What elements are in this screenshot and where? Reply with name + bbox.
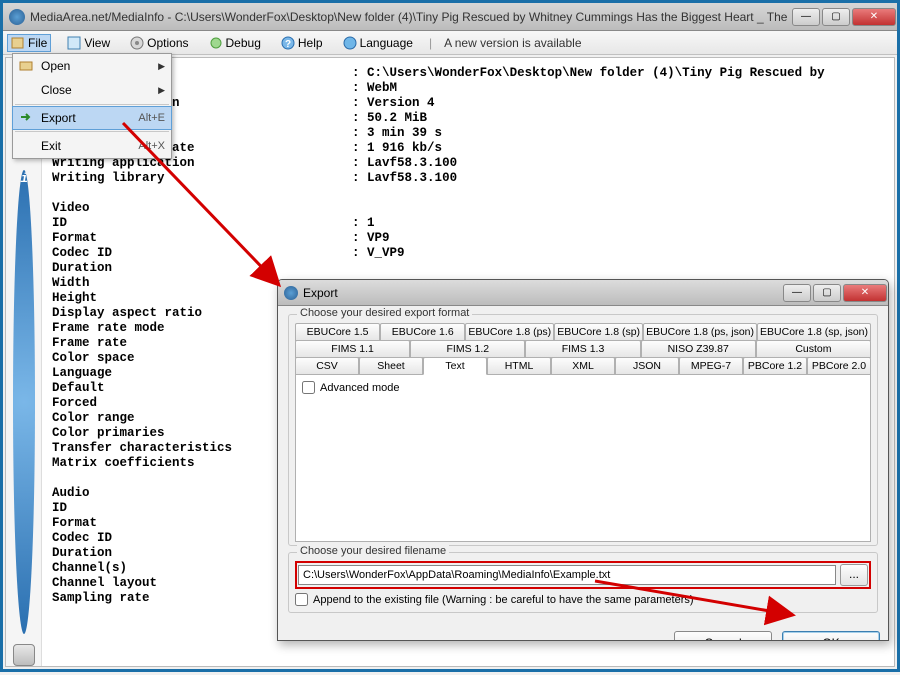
append-checkbox[interactable]: Append to the existing file (Warning : b… bbox=[295, 593, 871, 606]
sidebar-icon-sheet[interactable] bbox=[13, 644, 35, 666]
app-icon bbox=[9, 9, 25, 25]
advanced-mode-checkbox[interactable]: Advanced mode bbox=[302, 381, 864, 394]
main-titlebar: MediaArea.net/MediaInfo - C:\Users\Wonde… bbox=[3, 3, 897, 31]
tab-pbcore-2-0[interactable]: PBCore 2.0 bbox=[807, 357, 871, 375]
view-icon bbox=[67, 36, 81, 50]
menubar-separator: | bbox=[429, 36, 432, 50]
tab-ebucore-1-8-sp-json-[interactable]: EBUCore 1.8 (sp, json) bbox=[757, 323, 871, 341]
menu-debug[interactable]: Debug bbox=[205, 34, 265, 52]
group-filename: Choose your desired filename ... Append … bbox=[288, 552, 878, 613]
ok-button[interactable]: OK bbox=[782, 631, 880, 641]
tab-xml[interactable]: XML bbox=[551, 357, 615, 375]
export-dialog: Export — ▢ ✕ Choose your desired export … bbox=[277, 279, 889, 641]
file-icon bbox=[11, 36, 25, 50]
tab-pane: Advanced mode bbox=[295, 374, 871, 542]
update-notice[interactable]: A new version is available bbox=[444, 36, 581, 50]
menu-separator bbox=[15, 104, 169, 105]
dialog-minimize-button[interactable]: — bbox=[783, 284, 811, 302]
tabs-row-1: EBUCore 1.5EBUCore 1.6EBUCore 1.8 (ps)EB… bbox=[295, 323, 871, 341]
filename-input[interactable] bbox=[298, 565, 836, 585]
tabs-row-2: FIMS 1.1FIMS 1.2FIMS 1.3NISO Z39.87Custo… bbox=[295, 340, 871, 358]
open-icon bbox=[19, 58, 35, 74]
tab-sheet[interactable]: Sheet bbox=[359, 357, 423, 375]
sidebar-icon-about[interactable] bbox=[13, 170, 35, 634]
group-export-format: Choose your desired export format EBUCor… bbox=[288, 314, 878, 546]
tab-json[interactable]: JSON bbox=[615, 357, 679, 375]
tab-fims-1-2[interactable]: FIMS 1.2 bbox=[410, 340, 525, 358]
menu-item-close[interactable]: Close ▶ bbox=[13, 78, 171, 102]
window-title: MediaArea.net/MediaInfo - C:\Users\Wonde… bbox=[30, 10, 791, 24]
menu-view[interactable]: View bbox=[63, 34, 114, 52]
language-icon bbox=[343, 36, 357, 50]
filename-highlight: ... bbox=[295, 561, 871, 589]
submenu-arrow-icon: ▶ bbox=[158, 61, 165, 72]
tab-text[interactable]: Text bbox=[423, 357, 487, 375]
browse-button[interactable]: ... bbox=[840, 564, 868, 586]
options-icon bbox=[130, 36, 144, 50]
menubar: File View Options Debug ? Help Language … bbox=[3, 31, 897, 55]
menu-help[interactable]: ? Help bbox=[277, 34, 327, 52]
tab-niso-z39-87[interactable]: NISO Z39.87 bbox=[641, 340, 756, 358]
help-icon: ? bbox=[281, 36, 295, 50]
minimize-button[interactable]: — bbox=[792, 8, 820, 26]
menu-options[interactable]: Options bbox=[126, 34, 192, 52]
maximize-button[interactable]: ▢ bbox=[822, 8, 850, 26]
tab-fims-1-3[interactable]: FIMS 1.3 bbox=[525, 340, 640, 358]
tab-pbcore-1-2[interactable]: PBCore 1.2 bbox=[743, 357, 807, 375]
tabs-row-3: CSVSheetTextHTMLXMLJSONMPEG-7PBCore 1.2P… bbox=[295, 357, 871, 375]
tab-mpeg-7[interactable]: MPEG-7 bbox=[679, 357, 743, 375]
tab-ebucore-1-6[interactable]: EBUCore 1.6 bbox=[380, 323, 465, 341]
submenu-arrow-icon: ▶ bbox=[158, 85, 165, 96]
tab-csv[interactable]: CSV bbox=[295, 357, 359, 375]
tab-ebucore-1-5[interactable]: EBUCore 1.5 bbox=[295, 323, 380, 341]
dialog-icon bbox=[284, 286, 298, 300]
dialog-close-button[interactable]: ✕ bbox=[843, 284, 887, 302]
tab-custom[interactable]: Custom bbox=[756, 340, 871, 358]
menu-file[interactable]: File bbox=[7, 34, 51, 52]
debug-icon bbox=[209, 36, 223, 50]
dialog-titlebar: Export — ▢ ✕ bbox=[278, 280, 888, 306]
export-icon bbox=[19, 110, 35, 126]
menu-item-export[interactable]: Export Alt+E bbox=[12, 106, 172, 130]
menu-separator bbox=[15, 131, 169, 132]
close-button[interactable]: ✕ bbox=[852, 8, 896, 26]
menu-language[interactable]: Language bbox=[339, 34, 417, 52]
dialog-title: Export bbox=[303, 286, 782, 300]
cancel-button[interactable]: Cancel bbox=[674, 631, 772, 641]
tab-ebucore-1-8-ps-[interactable]: EBUCore 1.8 (ps) bbox=[465, 323, 554, 341]
file-menu-dropdown: Open ▶ Close ▶ Export Alt+E Exit Alt+X bbox=[12, 53, 172, 159]
dialog-maximize-button[interactable]: ▢ bbox=[813, 284, 841, 302]
tab-fims-1-1[interactable]: FIMS 1.1 bbox=[295, 340, 410, 358]
menu-item-exit[interactable]: Exit Alt+X bbox=[13, 134, 171, 158]
svg-text:?: ? bbox=[285, 39, 291, 50]
tab-ebucore-1-8-sp-[interactable]: EBUCore 1.8 (sp) bbox=[554, 323, 643, 341]
tab-html[interactable]: HTML bbox=[487, 357, 551, 375]
tab-ebucore-1-8-ps-json-[interactable]: EBUCore 1.8 (ps, json) bbox=[643, 323, 757, 341]
menu-item-open[interactable]: Open ▶ bbox=[13, 54, 171, 78]
